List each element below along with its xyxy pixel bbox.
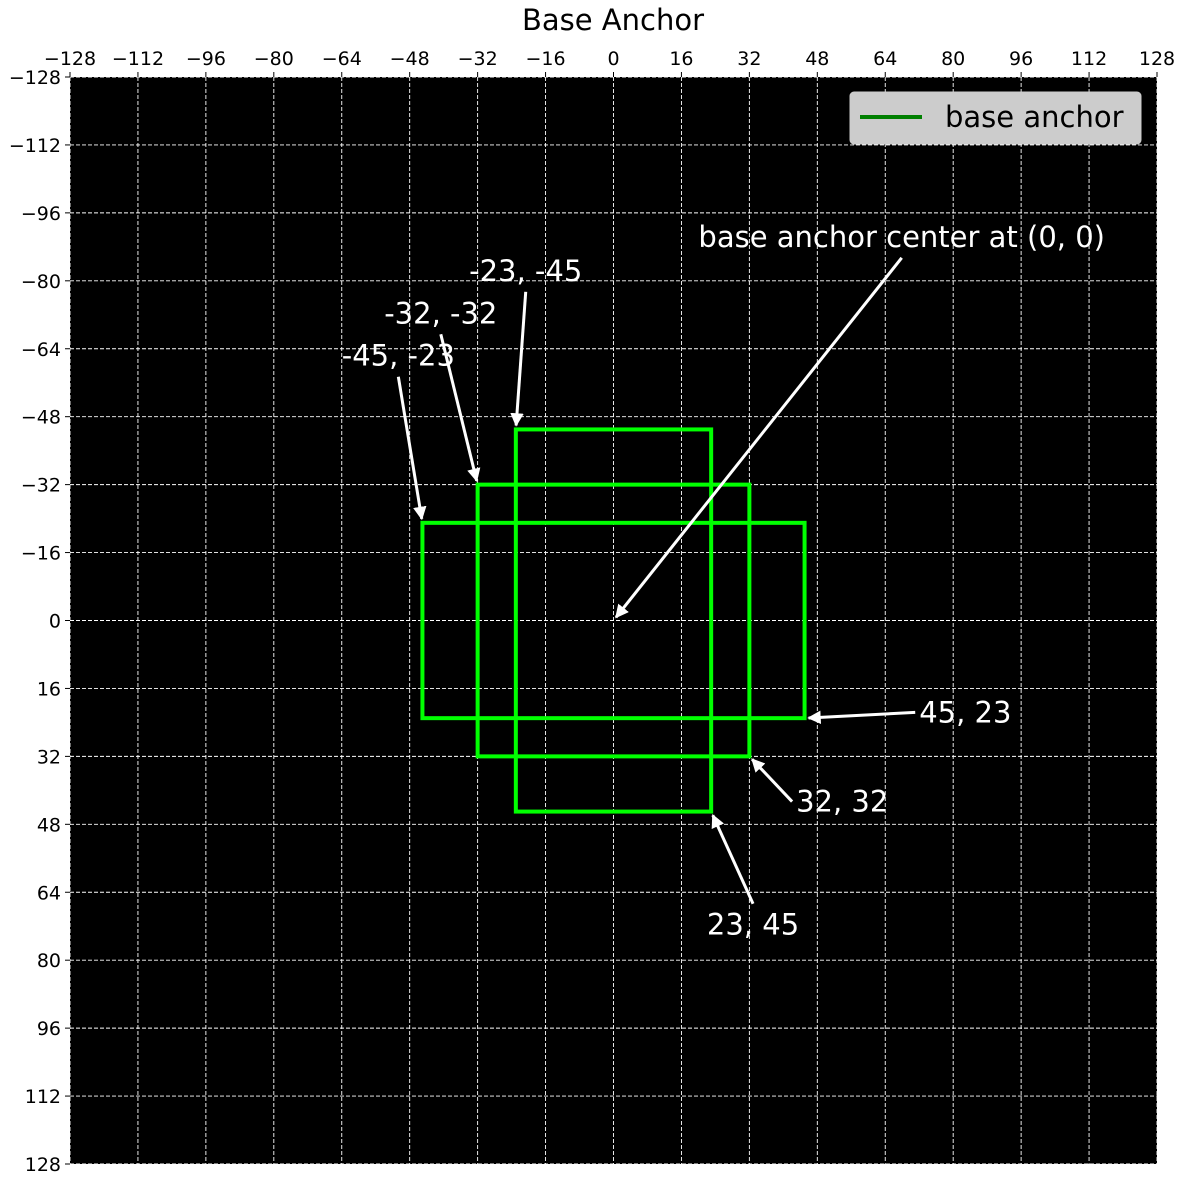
y-tick-label: 80 [37,950,61,972]
annotation-label: -45, -23 [342,339,455,373]
x-tick-label: −16 [526,48,566,70]
annotation-label: -23, -45 [469,254,582,288]
annotation-label: 45, 23 [919,695,1011,729]
y-tick-label: −80 [21,271,61,293]
x-tick-label: 32 [737,48,761,70]
x-tick-label: −112 [112,48,164,70]
x-tick-label: 48 [805,48,829,70]
x-tick-label: 80 [941,48,965,70]
chart-title: Base Anchor [522,3,704,37]
x-tick-label: 16 [669,48,693,70]
x-tick-label: 64 [873,48,897,70]
legend-label-base-anchor: base anchor [945,100,1124,134]
y-tick-label: −48 [21,407,61,429]
annotation-label: base anchor center at (0, 0) [698,220,1105,254]
y-tick-label: −112 [9,135,61,157]
y-tick-label: 96 [37,1018,61,1040]
y-tick-label: 128 [25,1154,61,1176]
annotation-label: 23, 45 [707,908,799,942]
y-tick-label: 48 [37,814,61,836]
y-tick-label: −32 [21,475,61,497]
annotation-label: 32, 32 [796,785,888,819]
y-tick-label: −64 [21,339,61,361]
base-anchor-chart: Base Anchor −128 −112 −96 −80 −64 −48 −32 −16 0 1… [9,3,1175,1176]
y-tick-label: −128 [9,67,61,89]
y-tick-label: 64 [37,882,61,904]
y-tick-label: 32 [37,746,61,768]
x-tick-label: −64 [322,48,362,70]
y-tick-label: 0 [49,611,61,633]
y-tick-label: 16 [37,678,61,700]
annotation-label: -32, -32 [384,296,497,330]
legend: base anchor [849,91,1142,145]
x-tick-label: −32 [458,48,498,70]
x-tick-label: 0 [607,48,619,70]
y-tick-label: −96 [21,203,61,225]
y-tick-label: −16 [21,543,61,565]
x-tick-label: 128 [1139,48,1175,70]
x-tick-label: −48 [390,48,430,70]
x-tick-label: −80 [254,48,294,70]
y-tick-label: 112 [25,1086,61,1108]
x-tick-label: 112 [1071,48,1107,70]
x-tick-label: 96 [1009,48,1033,70]
x-tick-label: −96 [186,48,226,70]
